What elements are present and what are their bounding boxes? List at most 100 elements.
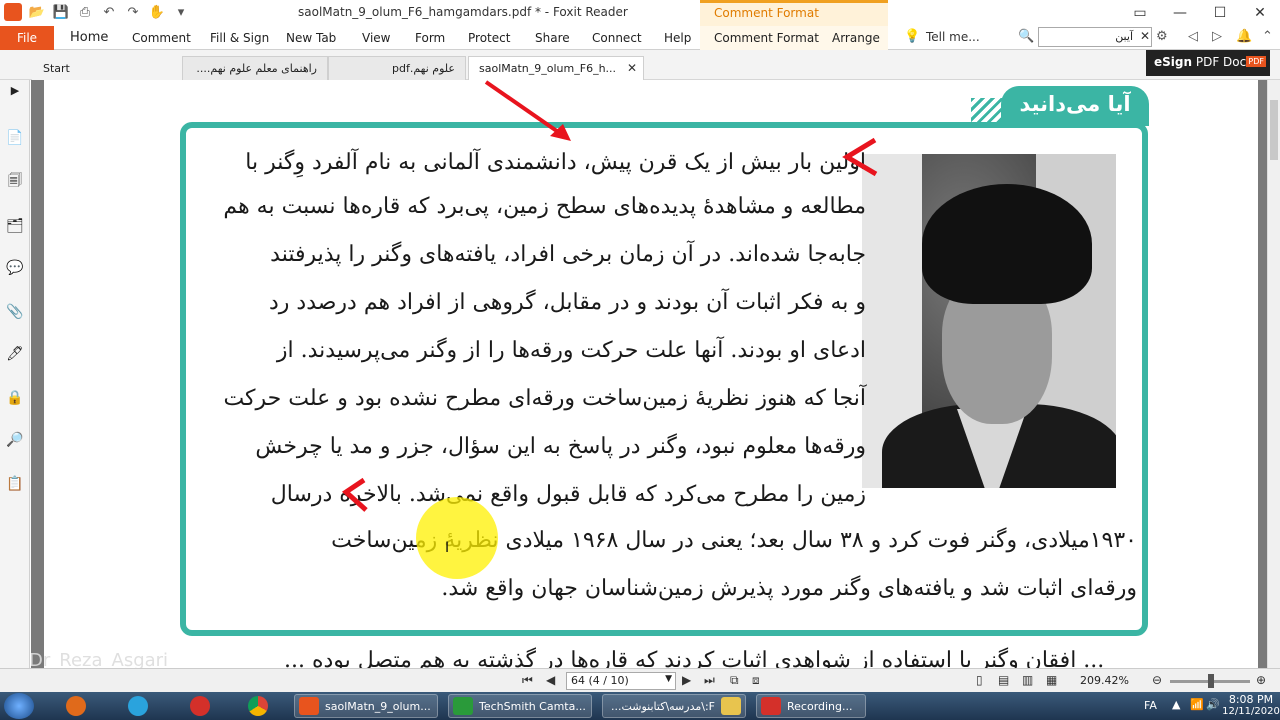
matlab-icon[interactable] [56,694,96,718]
lightbulb-icon: 💡 [904,29,921,44]
previous-page-icon[interactable]: ◀ [546,673,555,687]
tray-expand-icon[interactable]: ▲ [1172,698,1180,711]
tab-share[interactable]: Share [535,31,570,45]
foxit-logo-icon[interactable] [4,3,22,21]
red-bracket-close-icon [341,477,368,512]
print-icon[interactable]: ⎙ [76,3,94,21]
chrome-icon[interactable] [238,694,278,718]
task-label: F:\مدرسه\کتابنوشت... [610,700,715,713]
undo-icon[interactable]: ↶ [100,3,118,21]
clear-search-icon[interactable]: ✕ [1140,29,1150,43]
scroll-thumb[interactable] [1270,100,1278,160]
layers-icon[interactable]: 🗂 [5,216,25,236]
tab-teacher-guide[interactable]: راهنمای معلم علوم نهم.... [182,56,328,80]
window-title: saolMatn_9_olum_F6_hamgamdars.pdf * - Fo… [298,5,628,19]
esign-button[interactable]: eSign PDF Docs PDF [1146,50,1270,76]
bookmarks-icon[interactable]: 📄 [5,128,25,148]
pdf-app-icon[interactable] [180,694,220,718]
security-lock-icon[interactable]: 🔒 [5,388,25,408]
attachments-icon[interactable]: 📎 [5,302,25,322]
minimize-button[interactable]: — [1160,0,1200,26]
open-icon[interactable]: 📂 [28,3,46,21]
ribbon-tabs: File Home Comment Fill & Sign New Tab Vi… [0,26,1280,50]
windows-taskbar: saolMatn_9_olum... TechSmith Camta... F:… [0,692,1280,720]
close-tab-icon[interactable]: ✕ [627,61,637,75]
network-icon[interactable]: 📶 [1190,698,1204,711]
language-indicator[interactable]: FA [1144,699,1157,712]
maximize-button[interactable]: ☐ [1200,0,1240,26]
close-button[interactable]: ✕ [1240,0,1280,26]
tab-home[interactable]: Home [70,30,108,45]
tab-view[interactable]: View [362,31,390,45]
document-viewport[interactable]: آیا می‌دانید اولین بار بیش از یک قرن پیش… [31,80,1267,668]
search-area: 🔍 آیبن ✕ [1016,26,1152,50]
tab-help[interactable]: Help [664,31,691,45]
next-view-icon[interactable]: ⧈ [752,673,760,688]
tab-comment[interactable]: Comment [132,31,191,45]
next-page-icon[interactable]: ▶ [682,673,691,687]
tab-protect[interactable]: Protect [468,31,510,45]
previous-view-icon[interactable]: ⧉ [730,673,739,688]
tab-label: علوم نهم.pdf [392,62,455,75]
notification-bell-icon[interactable]: 🔔 [1236,29,1252,44]
single-page-icon[interactable]: ▯ [976,673,983,687]
zoom-in-icon[interactable]: ⊕ [1256,673,1266,687]
telegram-icon[interactable] [118,694,158,718]
prev-icon[interactable]: ◁ [1188,29,1198,44]
task-camtasia[interactable]: TechSmith Camta... [448,694,592,718]
continuous-page-icon[interactable]: ▤ [998,673,1009,687]
volume-icon[interactable]: 🔊 [1206,698,1220,711]
file-menu-button[interactable]: File [0,26,54,50]
start-button[interactable] [4,693,34,719]
zoom-out-icon[interactable]: ⊖ [1152,673,1162,687]
ribbon-collapse-icon[interactable]: ⌃ [1262,29,1273,44]
settings-gear-icon[interactable]: ⚙ [1156,29,1168,44]
tell-me-field[interactable]: Tell me... [926,30,980,44]
expand-panel-icon[interactable]: ▶ [5,80,25,100]
task-recording[interactable]: Recording... [756,694,866,718]
facing-page-icon[interactable]: ▥ [1022,673,1033,687]
context-tab-title: Comment Format [700,0,888,26]
comments-icon[interactable]: 💬 [5,258,25,278]
tab-new-tab[interactable]: New Tab [286,31,336,45]
redo-icon[interactable]: ↷ [124,3,142,21]
tab-current-document[interactable]: saolMatn_9_olum_F6_h... ✕ [468,56,644,80]
last-page-icon[interactable]: ⏭ [704,673,715,688]
page-number-field[interactable]: 64 (4 / 10) ▼ [566,672,676,690]
task-foxit[interactable]: saolMatn_9_olum... [294,694,438,718]
navigation-panel: ▶ 📄 🗐 🗂 💬 📎 🖊 🔒 🔎 📋 [0,80,30,668]
clock-time[interactable]: 8:08 PM [1226,693,1276,706]
save-icon[interactable]: 💾 [52,3,70,21]
watermark-text: @Dr_Reza_Asgari [31,650,169,668]
first-page-icon[interactable]: ⏮ [522,673,533,688]
form-fields-icon[interactable]: 📋 [5,474,25,494]
tab-start[interactable]: Start [32,56,182,80]
pages-icon[interactable]: 🗐 [5,172,25,192]
tab-arrange[interactable]: Arrange [832,31,880,45]
clock-date[interactable]: 12/11/2020 [1222,706,1280,718]
customize-dropdown-icon[interactable]: ▾ [172,3,190,21]
red-arrow-shaft [484,80,566,138]
tab-fill-sign[interactable]: Fill & Sign [210,31,269,45]
vertical-scrollbar[interactable] [1267,80,1280,668]
restore-ribbon-icon[interactable]: ▭ [1120,0,1160,26]
zoom-level[interactable]: 209.42% [1080,674,1129,687]
next-icon[interactable]: ▷ [1212,29,1222,44]
continuous-facing-icon[interactable]: ▦ [1046,673,1057,687]
tab-form[interactable]: Form [415,31,445,45]
document-tabs: Start راهنمای معلم علوم نهم.... علوم نهم… [0,50,1280,119]
hand-tool-icon[interactable]: ✋ [148,3,166,21]
tab-comment-format[interactable]: Comment Format [714,31,819,45]
search-icon[interactable]: 🔍 [1018,29,1034,44]
signatures-icon[interactable]: 🖊 [5,344,25,364]
esign-prefix: eSign [1154,55,1193,69]
zoom-slider-knob[interactable] [1208,674,1214,688]
search-input[interactable]: آیبن [1038,27,1152,47]
tab-connect[interactable]: Connect [592,31,642,45]
search-panel-icon[interactable]: 🔎 [5,430,25,450]
pdf-badge: PDF [1246,56,1266,67]
task-folder[interactable]: F:\مدرسه\کتابنوشت... [602,694,746,718]
tab-science-9[interactable]: علوم نهم.pdf [328,56,466,80]
page-dropdown-icon[interactable]: ▼ [665,674,672,684]
next-paragraph-text: ... افقان وگنر با استفاده از شواهدی اثبا… [284,648,1105,668]
